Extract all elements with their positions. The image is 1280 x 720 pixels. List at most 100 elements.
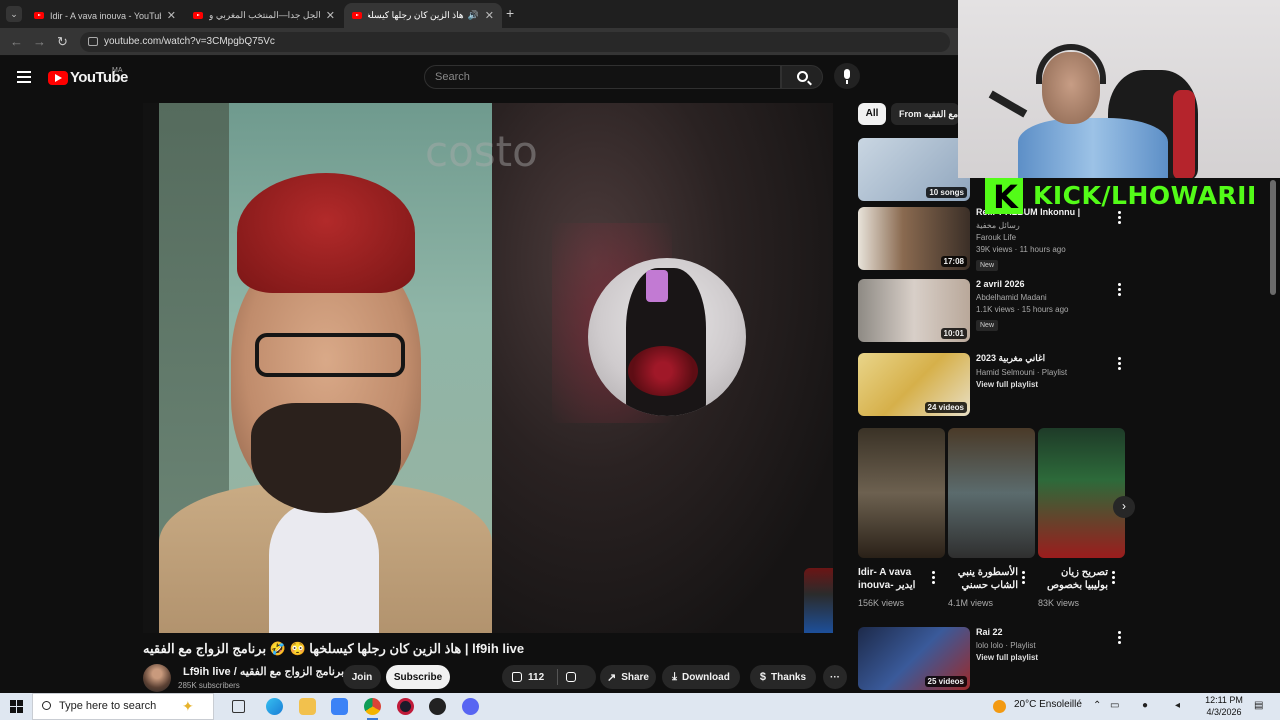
reload-icon[interactable]: ↻ [57,34,68,50]
short-title[interactable]: الأسطورة ينبي الشاب حسني [948,566,1018,592]
channel-name[interactable]: Farouk Life [976,233,1111,242]
notifications-icon[interactable]: ▤ [1254,700,1263,711]
view-full-playlist-link[interactable]: View full playlist [976,380,1111,389]
taskbar-search-placeholder: Type here to search [59,700,157,712]
channel-name-text: Lf9ih live / برنامج الزواج مع الفقيه [183,666,345,678]
more-options-icon[interactable] [1118,283,1121,298]
clock-time: 12:11 PM [1205,695,1243,705]
video-player[interactable]: costo [143,103,833,633]
youtube-favicon-icon [193,12,203,19]
more-actions-button[interactable]: ··· [823,665,847,689]
tab-close-icon[interactable]: ✕ [167,9,176,22]
kick-channel-banner: KICK/LHOWARII [985,178,1256,216]
microphone-icon[interactable]: ● [1142,700,1148,711]
country-code: MA [112,67,123,74]
search-button[interactable] [781,65,823,89]
more-options-icon[interactable] [1118,357,1121,372]
divider [557,669,558,685]
chrome-icon[interactable] [364,698,381,720]
short-thumbnail[interactable] [1038,428,1125,558]
video-frame-left [159,103,492,633]
youtube-favicon-icon [352,12,362,19]
windows-start-icon[interactable] [10,700,23,713]
profile-photo-circle [588,258,746,416]
like-button[interactable]: 112 [502,665,596,689]
taskbar-clock[interactable]: 12:11 PM 4/3/2026 [1204,694,1244,718]
page-scrollbar[interactable] [1270,180,1276,295]
playlist-title[interactable]: Rai 22 [976,627,1111,637]
clock-date: 4/3/2026 [1206,707,1242,717]
channel-name[interactable]: Hamid Selmouni · Playlist [976,368,1111,377]
new-tab-button[interactable]: + [506,5,514,21]
short-title[interactable]: تصريح زيان بوليبيا بخصوص [1038,566,1108,592]
file-explorer-icon[interactable] [299,698,316,715]
more-options-icon[interactable] [932,571,935,586]
address-bar[interactable]: youtube.com/watch?v=3CMpgbQ75Vc [80,32,950,52]
more-options-icon[interactable] [1022,571,1025,586]
share-button[interactable]: ↗ Share [600,665,656,689]
video-title[interactable]: 2 avril 2026 [976,279,1111,289]
video-thumbnail[interactable]: 10 songs [858,138,970,201]
thumbs-down-icon[interactable] [566,672,576,682]
channel-name[interactable]: Abdelhamid Madani [976,293,1111,302]
tab-idir[interactable]: Idir - A vava inouva - YouTube ✕ [26,3,184,28]
search-icon [42,701,51,710]
more-options-icon[interactable] [1118,631,1121,646]
voice-search-icon[interactable] [834,63,860,89]
playlist-thumbnail[interactable]: 25 videos [858,627,970,690]
thanks-label: Thanks [771,671,807,683]
view-stats: 1.1K views · 15 hours ago [976,305,1069,314]
youtube-logo[interactable]: YouTube MA [48,67,128,86]
channel-name[interactable]: lolo lolo · Playlist [976,641,1111,650]
search-input[interactable]: Search [424,65,781,89]
playlist-title[interactable]: اغاني مغربية 2023 [976,353,1111,364]
network-icon[interactable]: ▭ [1110,700,1119,711]
back-icon[interactable]: ← [10,34,23,49]
video-thumbnail[interactable]: 17:08 [858,207,970,270]
subscribe-button[interactable]: Subscribe [386,665,450,689]
tab-list-dropdown[interactable]: ⌄ [6,6,22,22]
view-full-playlist-link[interactable]: View full playlist [976,653,1111,662]
channel-avatar[interactable] [143,664,171,692]
more-options-icon[interactable] [1112,571,1115,586]
opera-gx-icon[interactable] [397,698,414,715]
chevron-up-icon[interactable]: ⌃ [1093,700,1101,711]
tab-current-video[interactable]: هاذ الزين كان رجلها كيسلخها 🔊 ✕ [344,3,502,28]
video-thumbnail[interactable]: 10:01 [858,279,970,342]
app-icon[interactable] [429,698,446,715]
discord-icon[interactable] [462,698,479,715]
youtube-favicon-icon [34,12,44,19]
tab-label: Idir - A vava inouva - YouTube [50,10,161,21]
thanks-button[interactable]: $ Thanks [750,665,816,689]
chevron-right-icon[interactable]: › [1113,496,1135,518]
chip-from-channel[interactable]: From برنامج الزواج مع الفقيه [891,103,959,125]
tab-moroccan-team[interactable]: عالجل جدا—المنتخب المغربي و ✕ [185,3,343,28]
weather-text[interactable]: 20°C Ensoleillé [1014,699,1082,710]
weather-sun-icon[interactable] [993,700,1006,713]
forward-icon[interactable]: → [33,34,46,49]
channel-name[interactable]: Lf9ih live / برنامج الزواج مع الفقيه [183,665,356,678]
tab-close-icon[interactable]: ✕ [326,9,335,22]
corner-avatar [804,568,833,633]
search-highlight-icon[interactable]: ✦ [182,698,199,715]
figure-beard [251,403,401,513]
hamburger-menu-icon[interactable] [17,71,31,83]
task-view-icon[interactable] [232,700,245,713]
photo-roses [628,346,698,396]
video-duration: 10:01 [940,328,967,339]
short-thumbnail[interactable] [948,428,1035,558]
join-button[interactable]: Join [343,665,381,689]
download-button[interactable]: ⤓ Download [662,665,740,689]
short-title[interactable]: Idir- A vava inouva- ايدير [858,566,928,592]
short-thumbnail[interactable] [858,428,945,558]
view-stats: 39K views · 11 hours ago [976,245,1066,254]
volume-icon[interactable]: ◂ [1175,700,1180,711]
audio-playing-icon[interactable]: 🔊 [468,10,479,21]
edge-browser-icon[interactable] [266,698,283,715]
site-info-icon[interactable] [88,37,98,46]
windows-taskbar: Type here to search ✦ [0,693,1280,720]
chip-all[interactable]: All [858,103,886,125]
playlist-thumbnail[interactable]: 24 videos [858,353,970,416]
store-icon[interactable] [331,698,348,715]
tab-close-icon[interactable]: ✕ [485,9,494,22]
